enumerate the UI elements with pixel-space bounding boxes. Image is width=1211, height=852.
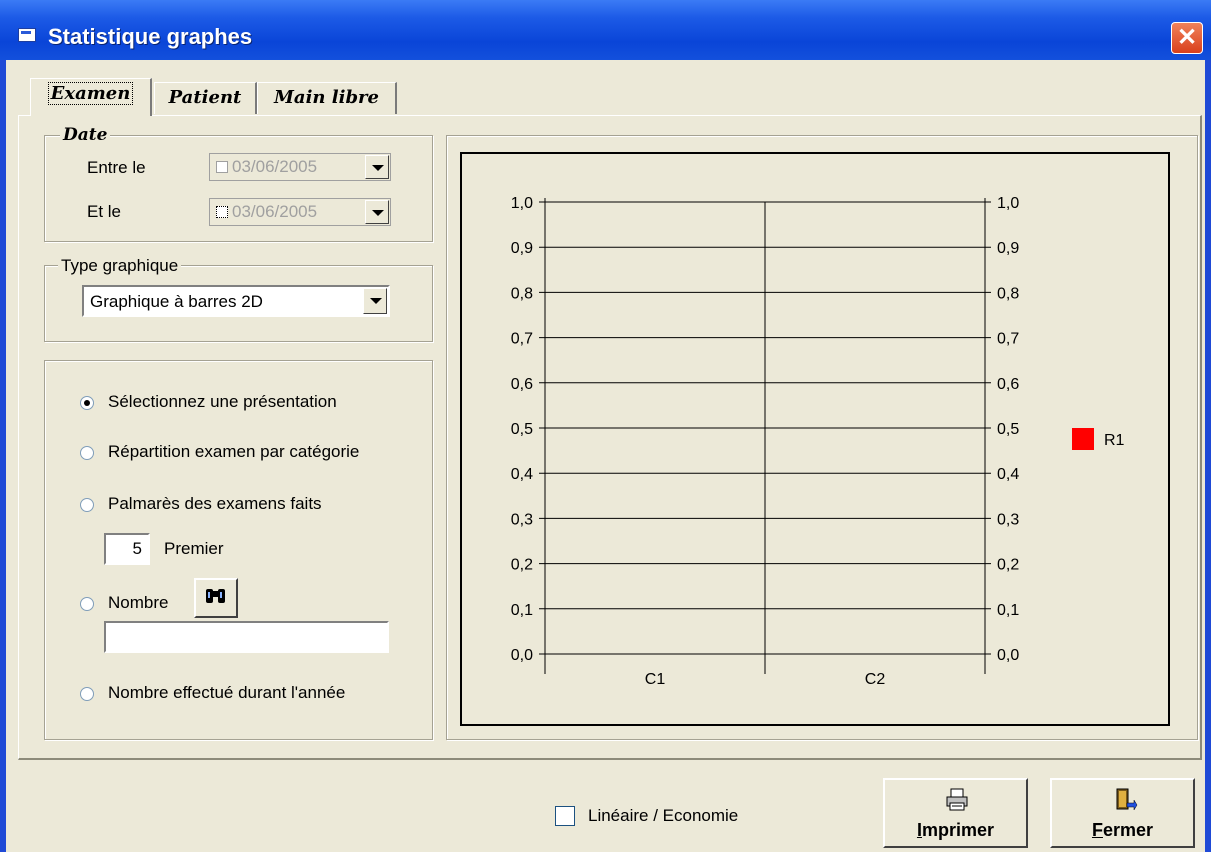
to-date-value: 03/06/2005 [232, 202, 318, 221]
window-title: Statistique graphes [48, 24, 253, 49]
to-date-label: Et le [87, 202, 122, 221]
radio-select-presentation-label: Sélectionnez une présentation [108, 392, 337, 411]
y-tick-label-left: 0,8 [511, 285, 533, 302]
from-date-checkbox[interactable] [216, 161, 228, 173]
chart-frame: 0,0 0,0 0,1 0,1 0,2 0,2 0,3 0,3 0,4 0,4 0,5 0,5 0,6 0… [460, 152, 1170, 726]
chart-type-value: Graphique à barres 2D [90, 292, 263, 311]
to-date-picker[interactable]: 03/06/2005 [209, 198, 391, 226]
y-tick-label-right: 0,9 [997, 240, 1019, 257]
tab-main-libre[interactable]: Main libre [257, 82, 397, 114]
radio-yearly-count-label: Nombre effectué durant l'année [108, 683, 346, 702]
from-date-picker[interactable]: 03/06/2005 [209, 153, 391, 181]
y-tick-label-right: 0,1 [997, 602, 1019, 619]
y-tick-label-left: 0,6 [511, 376, 533, 393]
y-tick-label-right: 0,6 [997, 376, 1019, 393]
y-tick-label-left: 0,9 [511, 240, 533, 257]
y-tick-label-right: 1,0 [997, 195, 1019, 212]
date-group-legend: Date [60, 125, 111, 145]
radio-number-label: Nombre [108, 593, 169, 612]
tab-examen[interactable]: Examen [30, 78, 152, 116]
radio-yearly-count[interactable] [80, 687, 94, 701]
radio-number[interactable] [80, 597, 94, 611]
close-form-button[interactable]: Fermer [1050, 778, 1195, 848]
linear-economy-label: Linéaire / Economie [588, 806, 739, 825]
linear-economy-checkbox[interactable] [555, 806, 575, 826]
chart-type-select[interactable]: Graphique à barres 2D [82, 285, 390, 317]
binoculars-icon [206, 589, 225, 603]
y-tick-label-left: 0,1 [511, 602, 533, 619]
close-button[interactable]: ✕ [1171, 22, 1203, 54]
number-input[interactable] [104, 621, 389, 653]
from-date-label: Entre le [87, 158, 146, 177]
radio-exam-ranking-label: Palmarès des examens faits [108, 494, 322, 513]
close-x-icon: ✕ [1176, 24, 1198, 51]
y-tick-label-left: 1,0 [511, 195, 533, 212]
print-button[interactable]: Imprimer [883, 778, 1028, 848]
bar-chart: 0,0 0,0 0,1 0,1 0,2 0,2 0,3 0,3 0,4 0,4 0,5 0,5 0,6 0… [511, 195, 1125, 688]
y-tick-label-right: 0,3 [997, 511, 1019, 528]
x-tick-label: C2 [865, 671, 886, 688]
y-tick-label-right: 0,5 [997, 421, 1019, 438]
y-tick-label-right: 0,8 [997, 285, 1019, 302]
x-tick-label: C1 [645, 671, 666, 688]
y-tick-label-right: 0,0 [997, 647, 1019, 664]
legend-swatch [1072, 428, 1094, 450]
search-button[interactable] [194, 578, 238, 618]
from-date-value: 03/06/2005 [232, 157, 318, 176]
tab-label: Examen [47, 82, 134, 105]
tab-label: Patient [168, 87, 242, 108]
chart-type-dropdown-button[interactable] [363, 288, 387, 314]
top-count-label: Premier [164, 539, 224, 558]
y-tick-label-left: 0,3 [511, 511, 533, 528]
printer-icon [946, 788, 968, 811]
y-tick-label-right: 0,7 [997, 331, 1019, 348]
radio-category-distribution-label: Répartition examen par catégorie [108, 442, 360, 461]
window-app-icon [18, 28, 36, 42]
y-tick-label-right: 0,4 [997, 466, 1019, 483]
y-tick-label-right: 0,2 [997, 557, 1019, 574]
from-date-dropdown-button[interactable] [365, 155, 389, 179]
window: Statistique graphes ✕ Examen Patient Mai… [0, 0, 1211, 852]
y-tick-label-left: 0,0 [511, 647, 533, 664]
y-tick-label-left: 0,2 [511, 557, 533, 574]
chart-type-legend: Type graphique [58, 256, 182, 276]
title-bar[interactable]: Statistique graphes ✕ [0, 0, 1211, 60]
door-exit-icon [1116, 788, 1138, 811]
radio-exam-ranking[interactable] [80, 498, 94, 512]
y-tick-label-left: 0,4 [511, 466, 533, 483]
y-tick-label-left: 0,5 [511, 421, 533, 438]
radio-select-presentation[interactable] [80, 396, 94, 410]
close-form-button-label: Fermer [1091, 820, 1154, 840]
top-count-input[interactable]: 5 [104, 533, 150, 565]
tab-label: Main libre [274, 87, 379, 108]
print-button-label: Imprimer [916, 820, 995, 840]
tab-patient[interactable]: Patient [154, 82, 257, 114]
to-date-checkbox[interactable] [216, 206, 228, 218]
radio-category-distribution[interactable] [80, 446, 94, 460]
y-tick-label-left: 0,7 [511, 331, 533, 348]
legend-label: R1 [1104, 432, 1125, 449]
to-date-dropdown-button[interactable] [365, 200, 389, 224]
